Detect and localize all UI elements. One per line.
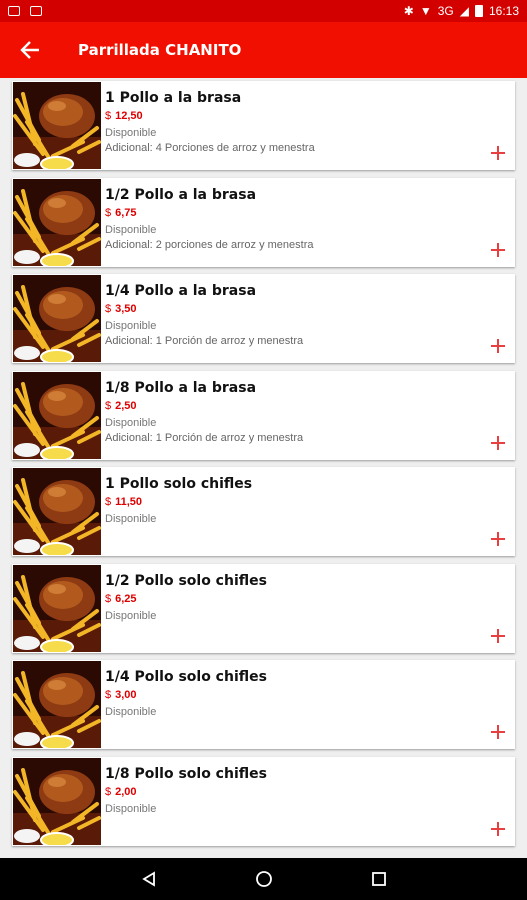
product-price: $2,00: [105, 785, 515, 800]
product-card[interactable]: 1/4 Pollo solo chifles $3,00 Disponible: [12, 660, 515, 749]
availability-status: Disponible: [105, 223, 157, 236]
product-name: 1 Pollo a la brasa: [105, 90, 242, 106]
product-image: [13, 661, 101, 748]
currency-symbol: $: [105, 303, 112, 315]
add-to-cart-button[interactable]: [491, 628, 505, 643]
product-image: [13, 757, 101, 845]
currency-symbol: $: [105, 785, 112, 798]
product-extra: Adicional: 1 Porción de arroz y menestra: [105, 335, 304, 347]
battery-icon: [474, 5, 483, 17]
system-nav-bar: [0, 858, 527, 900]
product-card[interactable]: 1/2 Pollo solo chifles $6,25 Disponible: [12, 563, 515, 653]
add-to-cart-button[interactable]: [491, 435, 505, 450]
page-title: Parrillada CHANITO: [78, 41, 242, 59]
price-value: 6,25: [115, 592, 137, 605]
price-value: 11,50: [115, 496, 143, 508]
product-extra: Adicional: 4 Porciones de arroz y menest…: [105, 142, 315, 154]
product-image: [13, 82, 101, 169]
circle-home-icon: [255, 871, 272, 887]
add-to-cart-button[interactable]: [491, 532, 505, 546]
product-extra: Adicional: 2 porciones de arroz y menest…: [105, 238, 314, 251]
status-bar: ✱ ▼ 3G ◢ 16:13: [0, 0, 527, 22]
price-value: 3,50: [115, 303, 137, 315]
product-image: [13, 564, 101, 652]
product-price: $12,50: [105, 109, 515, 124]
add-to-cart-button[interactable]: [491, 725, 505, 739]
nav-home-button[interactable]: [254, 869, 274, 889]
product-name: 1/2 Pollo a la brasa: [105, 186, 257, 203]
product-name: 1/4 Pollo solo chifles: [105, 669, 267, 685]
wifi-icon: ▼: [419, 4, 432, 18]
price-value: 2,00: [115, 785, 137, 798]
availability-status: Disponible: [105, 416, 157, 429]
bluetooth-icon: ✱: [403, 4, 414, 18]
availability-status: Disponible: [105, 127, 157, 139]
product-extra: Adicional: 1 Porción de arroz y menestra: [105, 431, 304, 444]
network-type: 3G: [437, 4, 454, 18]
product-image: [13, 468, 101, 555]
currency-symbol: $: [105, 399, 112, 412]
product-image: [13, 371, 101, 459]
product-card[interactable]: 1 Pollo solo chifles $11,50 Disponible: [12, 467, 515, 556]
product-name: 1/8 Pollo solo chifles: [105, 765, 267, 782]
arrow-left-icon: [20, 41, 39, 59]
product-card[interactable]: 1/4 Pollo a la brasa $3,50 Disponible Ad…: [12, 274, 515, 363]
product-name: 1/2 Pollo solo chifles: [105, 572, 267, 589]
currency-symbol: $: [105, 689, 112, 701]
nav-back-button[interactable]: [139, 869, 159, 889]
screen-icon: [8, 6, 20, 16]
product-card[interactable]: 1/8 Pollo a la brasa $2,50 Disponible Ad…: [12, 370, 515, 460]
app-bar: Parrillada CHANITO: [0, 22, 527, 78]
clock: 16:13: [488, 4, 519, 18]
product-price: $6,25: [105, 592, 515, 607]
product-price: $11,50: [105, 495, 515, 510]
product-price: $6,75: [105, 206, 515, 221]
product-image: [13, 275, 101, 362]
price-value: 2,50: [115, 399, 137, 412]
availability-status: Disponible: [105, 609, 157, 622]
availability-status: Disponible: [105, 802, 157, 815]
add-to-cart-button[interactable]: [491, 242, 505, 257]
product-name: 1 Pollo solo chifles: [105, 476, 253, 492]
product-price: $3,00: [105, 688, 515, 703]
price-value: 3,00: [115, 689, 137, 701]
currency-symbol: $: [105, 110, 112, 122]
product-price: $2,50: [105, 399, 515, 414]
currency-symbol: $: [105, 206, 112, 219]
add-to-cart-button[interactable]: [491, 339, 505, 353]
add-to-cart-button[interactable]: [491, 146, 505, 160]
signal-icon: ◢: [459, 4, 469, 18]
product-name: 1/8 Pollo a la brasa: [105, 379, 257, 396]
nav-recent-button[interactable]: [369, 869, 389, 889]
price-value: 12,50: [115, 110, 143, 122]
availability-status: Disponible: [105, 320, 157, 332]
square-recent-icon: [371, 872, 386, 886]
product-list[interactable]: 1 Pollo a la brasa $12,50 Disponible Adi…: [0, 78, 527, 858]
currency-symbol: $: [105, 496, 112, 508]
product-name: 1/4 Pollo a la brasa: [105, 283, 257, 299]
price-value: 6,75: [115, 206, 137, 219]
android-icon: [30, 6, 42, 16]
product-card[interactable]: 1/8 Pollo solo chifles $2,00 Disponible: [12, 756, 515, 846]
product-price: $3,50: [105, 302, 515, 317]
add-to-cart-button[interactable]: [491, 821, 505, 836]
currency-symbol: $: [105, 592, 112, 605]
availability-status: Disponible: [105, 513, 157, 525]
product-image: [13, 178, 101, 266]
product-card[interactable]: 1 Pollo a la brasa $12,50 Disponible Adi…: [12, 81, 515, 170]
availability-status: Disponible: [105, 706, 157, 718]
triangle-back-icon: [141, 871, 155, 887]
back-button[interactable]: [0, 22, 60, 78]
product-card[interactable]: 1/2 Pollo a la brasa $6,75 Disponible Ad…: [12, 177, 515, 267]
